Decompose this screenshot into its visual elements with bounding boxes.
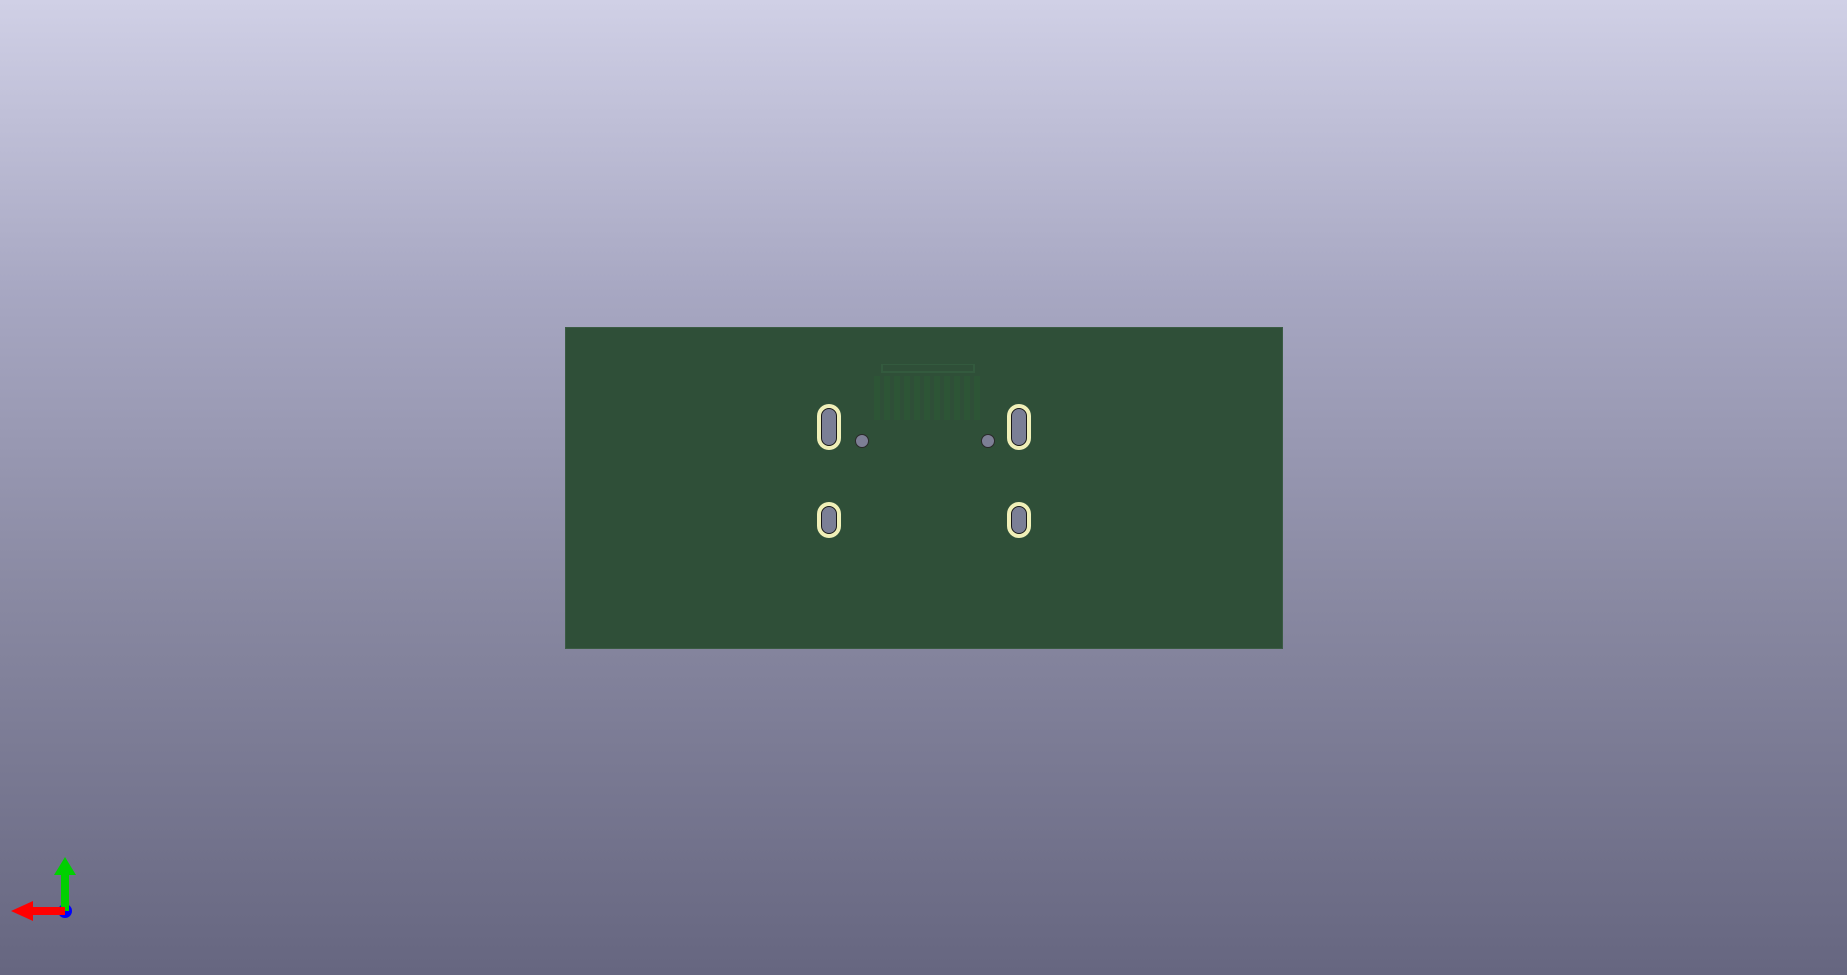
shield-pad-top-left bbox=[817, 404, 841, 450]
3d-viewport[interactable] bbox=[0, 0, 1847, 975]
locating-hole-left bbox=[855, 434, 869, 448]
usb-connector-footprint bbox=[874, 364, 980, 420]
shield-pad-top-right bbox=[1007, 404, 1031, 450]
x-axis-arrow-icon bbox=[11, 901, 65, 921]
shield-pad-bottom-left bbox=[817, 502, 841, 538]
shield-drill-top-left bbox=[821, 408, 837, 446]
shield-drill-bottom-left bbox=[821, 506, 837, 534]
locating-hole-right bbox=[981, 434, 995, 448]
shield-drill-bottom-right bbox=[1011, 506, 1027, 534]
y-axis-arrow-icon bbox=[54, 857, 76, 911]
axis-orientation-gizmo bbox=[11, 857, 76, 921]
shield-pad-bottom-right bbox=[1007, 502, 1031, 538]
pcb-board[interactable] bbox=[565, 327, 1283, 649]
shield-drill-top-right bbox=[1011, 408, 1027, 446]
